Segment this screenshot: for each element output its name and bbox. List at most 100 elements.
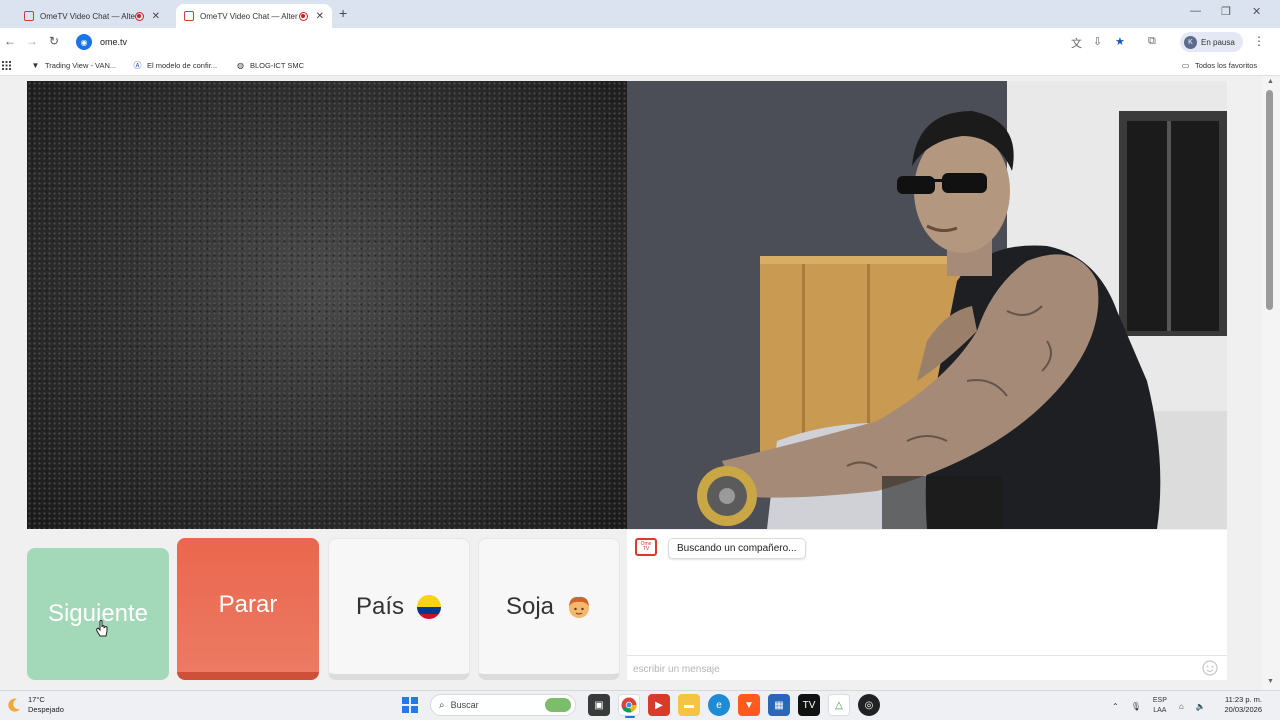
country-label: País	[355, 592, 405, 620]
volume-icon[interactable]: 🔈	[1196, 702, 1206, 711]
forward-icon[interactable]: →	[26, 34, 38, 48]
all-favorites[interactable]: ▭ Todos los favoritos	[1181, 61, 1257, 70]
taskbar-search[interactable]: ⌕ Buscar	[430, 694, 576, 716]
menu-icon[interactable]: ⋮	[1253, 34, 1265, 48]
status-message: Buscando un compañero...	[668, 538, 806, 559]
partner-video-feed	[627, 81, 1227, 529]
maximize-icon[interactable]: ❐	[1221, 5, 1231, 18]
weather-description: Despejado	[28, 705, 64, 714]
url-text[interactable]: ome.tv	[100, 37, 127, 47]
extensions-icon[interactable]: ⧉	[1148, 35, 1156, 48]
bookmark-a-icon: Ⓐ	[133, 61, 142, 70]
back-icon[interactable]: ←	[4, 34, 16, 48]
show-hidden-icons-icon[interactable]: ⌃	[1112, 702, 1119, 711]
obs-icon[interactable]: ◎	[858, 694, 880, 716]
taskbar-search-label: Buscar	[450, 700, 479, 710]
country-button[interactable]: País	[328, 538, 470, 680]
minimize-icon[interactable]: —	[1190, 5, 1201, 17]
weather-temperature: 17°C	[28, 695, 45, 704]
scroll-down-icon[interactable]: ▼	[1267, 678, 1274, 685]
bookmark-modelo[interactable]: Ⓐ El modelo de confir...	[133, 61, 218, 70]
recording-icon	[134, 11, 144, 21]
recording-icon	[298, 11, 308, 21]
all-favorites-label: Todos los favoritos	[1195, 61, 1258, 70]
message-input-row	[627, 655, 1227, 680]
scroll-up-icon[interactable]: ▲	[1267, 78, 1274, 85]
gender-label: Soja	[505, 592, 555, 620]
close-tab-icon[interactable]: ✕	[152, 11, 160, 22]
partner-video-image	[627, 81, 1227, 529]
bookmark-label: Trading View - VAN...	[45, 61, 117, 70]
profile-status: En pausa	[1201, 37, 1235, 47]
keyboard-layout: LAA	[1153, 707, 1167, 714]
address-bar[interactable]: ◉ ome.tv	[72, 31, 1168, 53]
browser-tab-strip: OmeTV Video Chat — Alter ✕ OmeTV Video C…	[0, 0, 1280, 28]
bookmarks-bar: ▼ Trading View - VAN... Ⓐ El modelo de c…	[0, 56, 1280, 76]
tab-title: OmeTV Video Chat — Alter	[40, 11, 135, 21]
bookmark-label: BLOG-ICT SMC	[250, 61, 305, 70]
chrome-icon[interactable]	[618, 694, 640, 718]
taskbar-apps: ⌕ Buscar ▣ ▶ ▬ e ▼ ▦ TV △ ◎	[402, 694, 884, 718]
taskbar: 17°C Despejado ⌕ Buscar ▣ ▶ ▬ e ▼ ▦ TV △…	[0, 690, 1280, 720]
microphone-icon[interactable]: 🎙	[1131, 702, 1141, 711]
search-icon: ⌕	[439, 699, 445, 711]
folder-icon: ▭	[1181, 61, 1190, 70]
message-input[interactable]	[633, 660, 1193, 678]
new-tab-icon[interactable]: +	[339, 5, 347, 21]
bookmark-label: El modelo de confir...	[147, 61, 218, 70]
task-view-icon[interactable]: ▣	[588, 694, 610, 716]
tradingview-icon: ▼	[31, 61, 40, 70]
stop-button[interactable]: Parar	[177, 538, 319, 680]
browser-toolbar: ← → ↻ ◉ ome.tv 文 ⇩ ★ ⧉ K En pausa ⋮	[0, 28, 1280, 56]
chat-panel: Ome TV Buscando un compañero...	[627, 530, 1227, 680]
bookmark-star-icon[interactable]: ★	[1115, 35, 1125, 48]
drive-icon[interactable]: △	[828, 694, 850, 716]
windows-start-icon[interactable]	[402, 697, 418, 713]
close-tab-icon[interactable]: ✕	[316, 11, 324, 22]
gender-button[interactable]: Soja	[478, 538, 620, 680]
install-app-icon[interactable]: ⇩	[1093, 35, 1102, 48]
colombia-flag-icon	[416, 594, 442, 620]
brave-icon[interactable]: ▼	[738, 694, 760, 716]
boy-emoji-icon	[566, 594, 592, 620]
site-info-icon[interactable]: ◉	[76, 34, 92, 50]
language-indicator[interactable]: ESP LAA	[1153, 696, 1167, 716]
store-icon[interactable]: ▦	[768, 694, 790, 716]
avatar: K	[1184, 35, 1197, 49]
translate-icon[interactable]: 文	[1071, 35, 1082, 51]
ometv-logo-icon: Ome TV	[635, 538, 657, 556]
edge-icon[interactable]: e	[708, 694, 730, 716]
video-app-icon[interactable]: ▶	[648, 694, 670, 716]
page-scrollbar[interactable]: ▲ ▼	[1262, 76, 1280, 690]
own-video-feed	[27, 81, 627, 529]
bookmark-blog[interactable]: ◍ BLOG-ICT SMC	[236, 61, 304, 70]
static-noise	[27, 81, 627, 529]
profile-button[interactable]: K En pausa	[1180, 32, 1243, 52]
clock-time: 11:23 p. m.	[1225, 695, 1262, 704]
next-button[interactable]: Siguiente	[27, 548, 169, 680]
search-highlight-icon	[545, 698, 571, 712]
file-explorer-icon[interactable]: ▬	[678, 694, 700, 716]
close-window-icon[interactable]: ✕	[1252, 5, 1261, 18]
reload-icon[interactable]: ↻	[49, 34, 59, 48]
emoji-picker-icon[interactable]	[1202, 660, 1218, 681]
globe-icon: ◍	[237, 61, 244, 70]
tab-title: OmeTV Video Chat — Alter	[200, 11, 298, 21]
system-tray: ⌃ 🎙 ESP LAA ⌂ 🔈	[1106, 696, 1212, 716]
scrollbar-thumb[interactable]	[1266, 90, 1273, 310]
ometv-favicon-icon	[24, 11, 34, 21]
clock[interactable]: 11:23 p. m. 20/03/2026	[1212, 695, 1262, 715]
apps-grid-icon[interactable]	[2, 61, 11, 70]
hand-cursor-icon	[96, 620, 108, 637]
weather-widget[interactable]: 17°C Despejado	[6, 695, 64, 715]
stop-label: Parar	[218, 591, 278, 618]
network-icon[interactable]: ⌂	[1179, 702, 1184, 711]
moon-icon	[8, 698, 20, 712]
browser-tab[interactable]: OmeTV Video Chat — Alter ✕	[16, 4, 168, 28]
bookmark-tradingview[interactable]: ▼ Trading View - VAN...	[31, 61, 117, 70]
ometv-favicon-icon	[184, 11, 194, 21]
tradingview-app-icon[interactable]: TV	[798, 694, 820, 716]
language-code: ESP	[1152, 697, 1167, 704]
clock-date: 20/03/2026	[1224, 705, 1262, 714]
browser-tab-active[interactable]: OmeTV Video Chat — Alter ✕	[176, 4, 332, 28]
